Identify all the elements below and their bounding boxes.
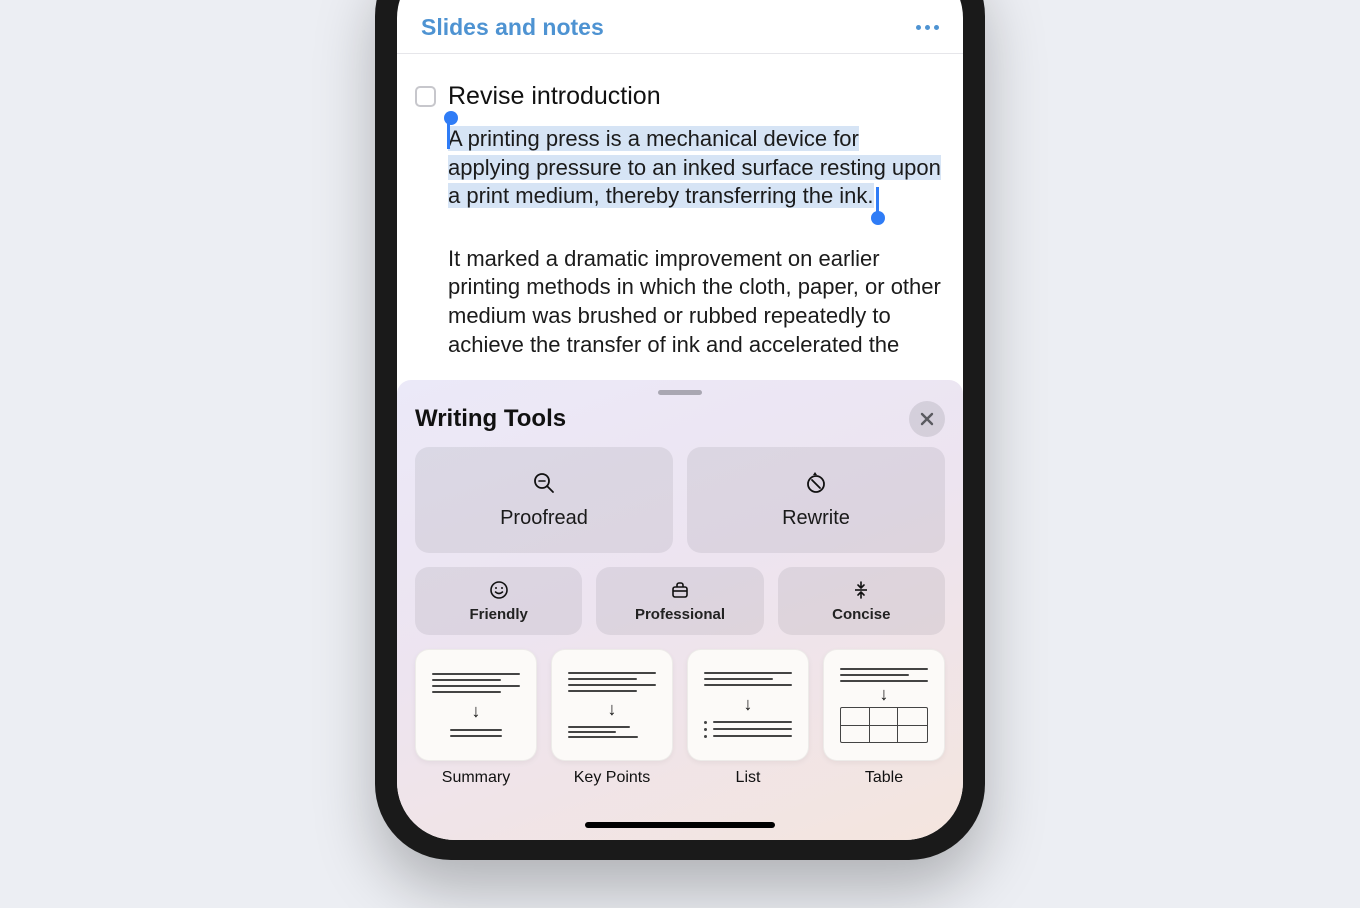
sheet-header: Writing Tools bbox=[397, 401, 963, 447]
summary-label: Summary bbox=[442, 769, 510, 787]
list-option[interactable]: ↓ List bbox=[687, 649, 809, 787]
selected-paragraph[interactable]: A printing press is a mechanical device … bbox=[448, 126, 941, 208]
smile-icon bbox=[489, 580, 509, 600]
close-button[interactable] bbox=[909, 401, 945, 437]
rewrite-button[interactable]: Rewrite bbox=[687, 447, 945, 553]
key-points-label: Key Points bbox=[574, 769, 650, 787]
friendly-label: Friendly bbox=[469, 606, 527, 623]
sheet-grabber[interactable] bbox=[658, 390, 702, 395]
arrow-down-icon: ↓ bbox=[472, 702, 481, 720]
briefcase-icon bbox=[670, 580, 690, 600]
key-points-card[interactable]: ↓ bbox=[551, 649, 673, 761]
text-lines-icon bbox=[840, 668, 928, 682]
proofread-button[interactable]: Proofread bbox=[415, 447, 673, 553]
ellipsis-dot bbox=[934, 25, 939, 30]
summary-lines-icon bbox=[450, 729, 503, 737]
ellipsis-dot bbox=[925, 25, 930, 30]
table-icon bbox=[840, 707, 928, 743]
summary-option[interactable]: ↓ Summary bbox=[415, 649, 537, 787]
text-lines-icon bbox=[704, 672, 792, 686]
writing-tools-sheet: Writing Tools Proofread Rewrite F bbox=[397, 380, 963, 840]
professional-label: Professional bbox=[635, 606, 725, 623]
list-card[interactable]: ↓ bbox=[687, 649, 809, 761]
tone-actions-row: Friendly Professional Concise bbox=[397, 567, 963, 635]
rewrite-label: Rewrite bbox=[782, 507, 850, 530]
ellipsis-dot bbox=[916, 25, 921, 30]
proofread-label: Proofread bbox=[500, 507, 588, 530]
condense-icon bbox=[851, 580, 871, 600]
concise-button[interactable]: Concise bbox=[778, 567, 945, 635]
home-indicator[interactable] bbox=[585, 822, 775, 828]
document-header: Slides and notes bbox=[397, 0, 963, 54]
task-title[interactable]: Revise introduction bbox=[448, 82, 661, 111]
friendly-button[interactable]: Friendly bbox=[415, 567, 582, 635]
close-icon bbox=[920, 412, 934, 426]
arrow-down-icon: ↓ bbox=[880, 685, 889, 703]
document-body: Revise introduction A printing press is … bbox=[397, 54, 963, 359]
arrow-down-icon: ↓ bbox=[744, 695, 753, 713]
table-option[interactable]: ↓ Table bbox=[823, 649, 945, 787]
table-label: Table bbox=[865, 769, 903, 787]
rewrite-icon bbox=[804, 471, 828, 495]
text-lines-icon bbox=[432, 673, 520, 693]
paragraph[interactable]: It marked a dramatic improvement on earl… bbox=[448, 245, 945, 359]
magnifier-icon bbox=[532, 471, 556, 495]
task-row: Revise introduction bbox=[415, 82, 945, 111]
selection-caret-start bbox=[447, 121, 450, 149]
professional-button[interactable]: Professional bbox=[596, 567, 763, 635]
bullets-icon bbox=[704, 721, 792, 738]
task-checkbox[interactable] bbox=[415, 86, 436, 107]
table-card[interactable]: ↓ bbox=[823, 649, 945, 761]
selection-handle-end[interactable] bbox=[871, 211, 885, 225]
sheet-title: Writing Tools bbox=[415, 405, 566, 433]
key-points-option[interactable]: ↓ Key Points bbox=[551, 649, 673, 787]
arrow-down-icon: ↓ bbox=[608, 700, 617, 718]
concise-label: Concise bbox=[832, 606, 890, 623]
text-lines-icon bbox=[568, 672, 656, 692]
key-points-lines-icon bbox=[568, 726, 656, 738]
text-selection[interactable]: A printing press is a mechanical device … bbox=[448, 125, 945, 211]
document-title[interactable]: Slides and notes bbox=[421, 14, 604, 41]
summary-card[interactable]: ↓ bbox=[415, 649, 537, 761]
phone-mockup: Slides and notes Revise introduction A p… bbox=[375, 0, 985, 860]
phone-screen: Slides and notes Revise introduction A p… bbox=[397, 0, 963, 840]
transform-actions-row: ↓ Summary ↓ Key Points bbox=[397, 649, 963, 787]
list-label: List bbox=[736, 769, 761, 787]
more-menu-button[interactable] bbox=[916, 25, 939, 30]
primary-actions-row: Proofread Rewrite bbox=[397, 447, 963, 553]
